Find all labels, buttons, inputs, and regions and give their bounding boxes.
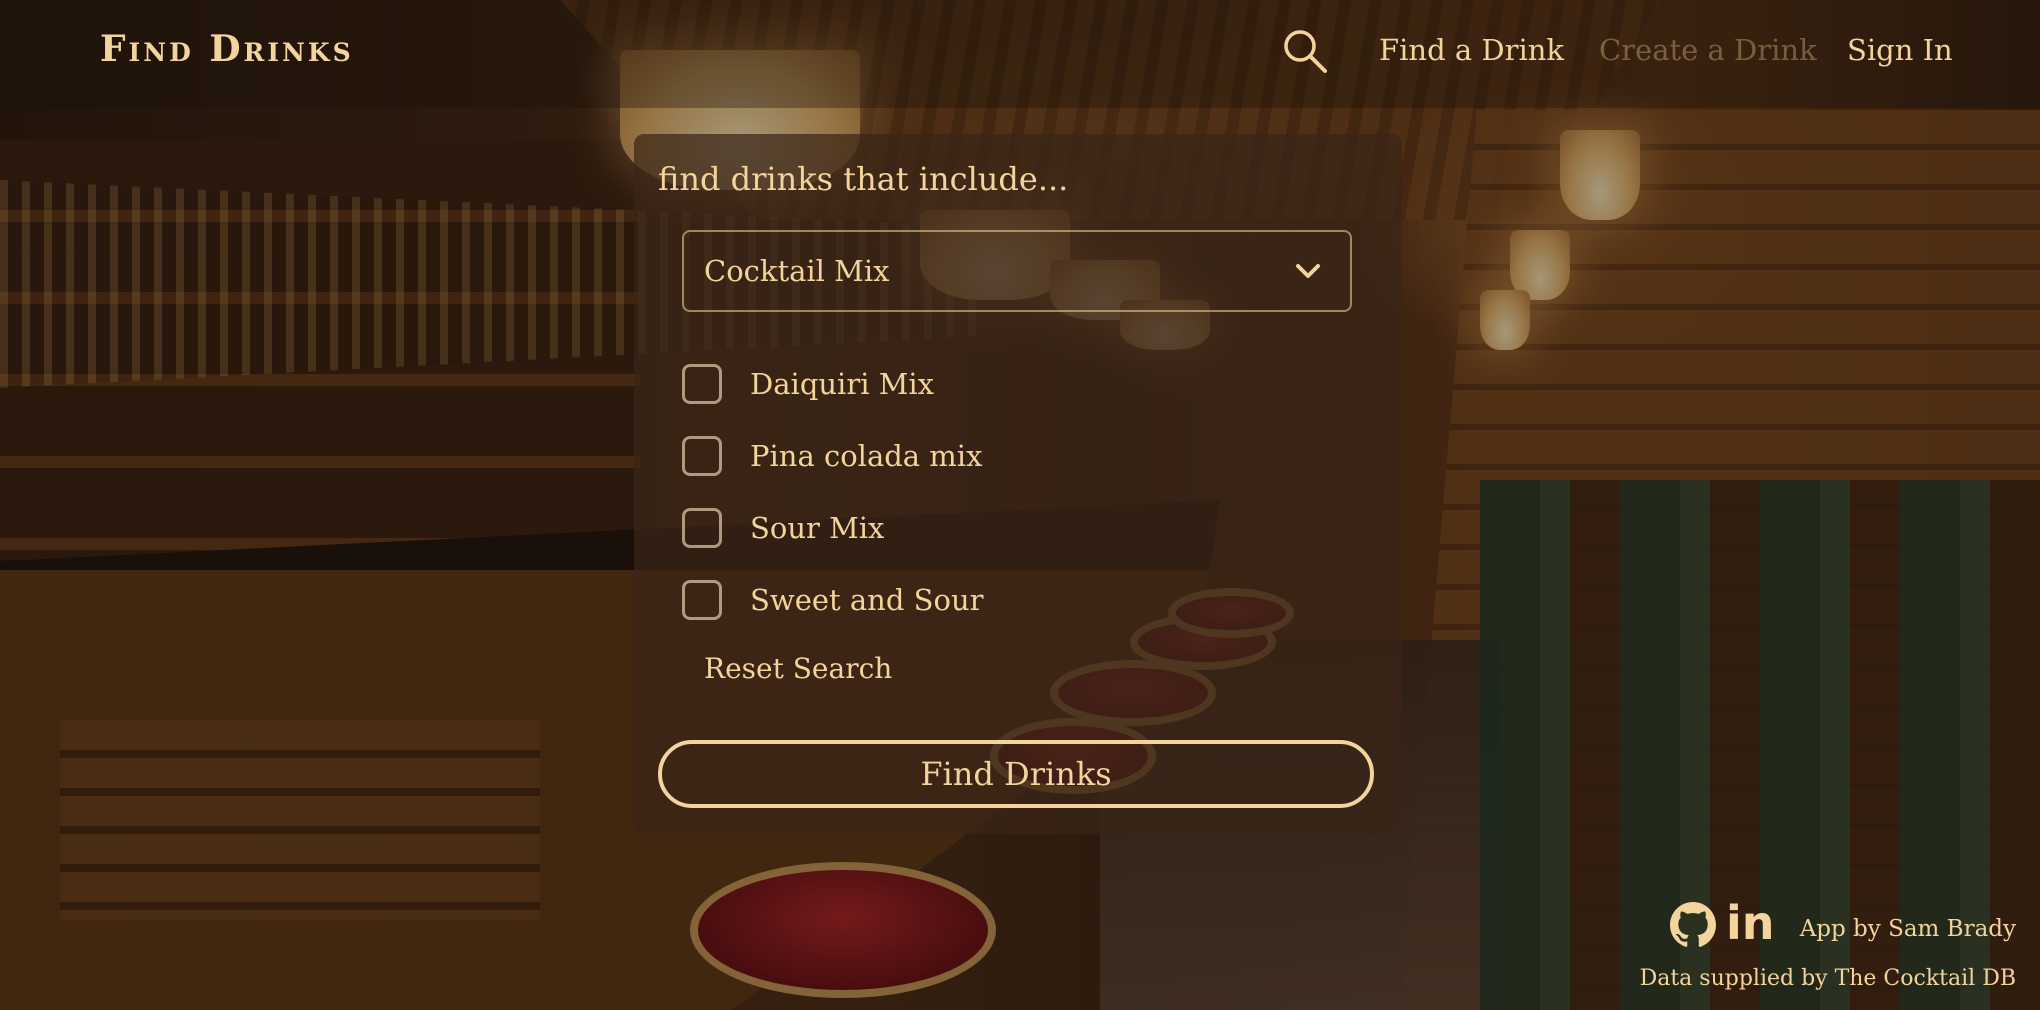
- search-panel: find drinks that include... Cocktail Mix…: [634, 134, 1402, 834]
- ingredient-label: Pina colada mix: [750, 439, 983, 473]
- ingredient-label: Daiquiri Mix: [750, 367, 935, 401]
- category-select-value: Cocktail Mix: [704, 254, 890, 288]
- linkedin-icon[interactable]: in: [1726, 896, 1775, 950]
- ingredient-label: Sour Mix: [750, 511, 885, 545]
- category-select[interactable]: Cocktail Mix: [682, 230, 1352, 312]
- search-panel-title: find drinks that include...: [658, 160, 1069, 198]
- nav-sign-in[interactable]: Sign In: [1847, 33, 1953, 67]
- checkbox[interactable]: [682, 364, 722, 404]
- reset-search-link[interactable]: Reset Search: [704, 652, 892, 685]
- github-icon[interactable]: [1670, 902, 1716, 948]
- checkbox[interactable]: [682, 508, 722, 548]
- nav-find-a-drink[interactable]: Find a Drink: [1379, 33, 1564, 67]
- data-source-credit: Data supplied by The Cocktail DB: [1639, 966, 2016, 991]
- chevron-down-icon: [1296, 264, 1320, 278]
- find-drinks-button[interactable]: Find Drinks: [658, 740, 1374, 808]
- app-credit: App by Sam Brady: [1799, 916, 2016, 942]
- nav-create-a-drink[interactable]: Create a Drink: [1599, 33, 1817, 67]
- checkbox[interactable]: [682, 436, 722, 476]
- site-logo[interactable]: Find Drinks: [100, 28, 354, 70]
- ingredient-label: Sweet and Sour: [750, 583, 984, 617]
- search-icon[interactable]: [1282, 28, 1328, 74]
- top-navbar: Find Drinks Find a Drink Create a Drink …: [0, 0, 2040, 108]
- checkbox[interactable]: [682, 580, 722, 620]
